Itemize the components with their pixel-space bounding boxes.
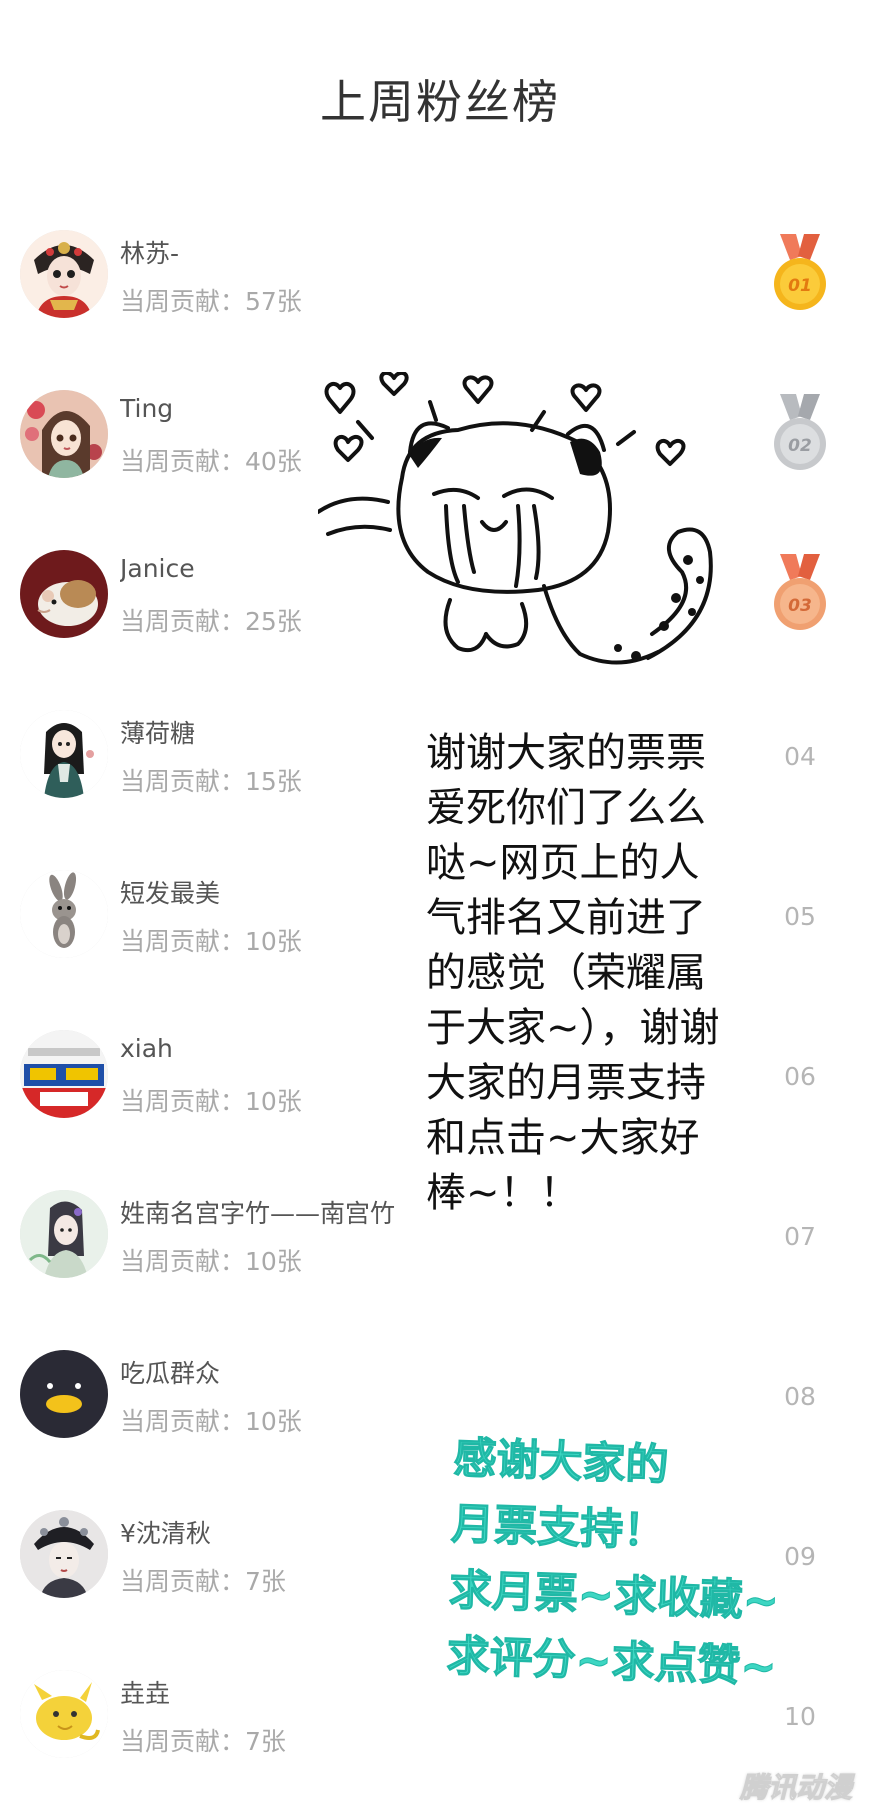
avatar-penguin-image bbox=[20, 1350, 108, 1438]
page-title: 上周粉丝榜 bbox=[320, 75, 560, 129]
avatar-ink-portrait-image bbox=[20, 1190, 108, 1278]
fan-name: 短发最美 bbox=[120, 879, 221, 908]
watermark-logo: 腾讯动漫 bbox=[739, 1771, 852, 1805]
fan-contribution: 当周贡献：57张 bbox=[120, 287, 302, 316]
avatar-hamster-image bbox=[20, 550, 108, 638]
avatar[interactable] bbox=[20, 1670, 108, 1758]
rank-number: 06 bbox=[784, 1062, 816, 1091]
promo-text: 感谢大家的 月票支持！ 求月票~求收藏~ 求评分~求点赞~ bbox=[445, 1425, 835, 1702]
rank-number: 08 bbox=[784, 1382, 816, 1411]
fan-name: 吃瓜群众 bbox=[120, 1359, 221, 1388]
fan-name: 垚垚 bbox=[120, 1679, 171, 1708]
promo-line: 求评分~求点赞~ bbox=[445, 1631, 778, 1693]
medal-rank-text: 03 bbox=[788, 596, 812, 616]
avatar[interactable] bbox=[20, 710, 108, 798]
fan-name: 姓南名宫字竹——南宫竹 bbox=[120, 1199, 396, 1228]
fan-contribution: 当周贡献：40张 bbox=[120, 447, 302, 476]
avatar[interactable] bbox=[20, 1030, 108, 1118]
avatar[interactable] bbox=[20, 230, 108, 318]
avatar-headdress-image bbox=[20, 1510, 108, 1598]
avatar-anime-girl-image bbox=[20, 390, 108, 478]
rank-number: 10 bbox=[784, 1702, 816, 1731]
avatar[interactable] bbox=[20, 1190, 108, 1278]
fan-name: Ting bbox=[120, 394, 174, 423]
fan-contribution: 当周贡献：25张 bbox=[120, 607, 302, 636]
rank-number: 04 bbox=[784, 742, 816, 771]
fan-contribution: 当周贡献：10张 bbox=[120, 1087, 302, 1116]
fan-contribution: 当周贡献：7张 bbox=[120, 1567, 286, 1596]
fan-contribution: 当周贡献：10张 bbox=[120, 927, 302, 956]
bronze-medal-icon: 03 bbox=[774, 554, 826, 630]
avatar-banner-image bbox=[20, 1030, 108, 1118]
fan-name: xiah bbox=[120, 1034, 173, 1063]
fan-name: 林苏- bbox=[120, 239, 180, 268]
medal-rank-text: 02 bbox=[788, 436, 812, 456]
avatar[interactable] bbox=[20, 870, 108, 958]
fan-contribution: 当周贡献：7张 bbox=[120, 1727, 286, 1756]
fan-name: Janice bbox=[120, 554, 195, 583]
thank-you-message: 谢谢大家的票票爱死你们了么么哒~网页上的人气排名又前进了的感觉（荣耀属于大家~）… bbox=[426, 726, 726, 1221]
crying-cat-doodle-icon bbox=[318, 372, 713, 665]
avatar[interactable] bbox=[20, 550, 108, 638]
medal-rank-text: 01 bbox=[788, 276, 812, 296]
avatar-rabbit-image bbox=[20, 870, 108, 958]
avatar-bride-image bbox=[20, 230, 108, 318]
avatar-ancient-girl-image bbox=[20, 710, 108, 798]
avatar[interactable] bbox=[20, 1510, 108, 1598]
list-item[interactable]: 林苏- 当周贡献：57张 01 bbox=[0, 190, 880, 350]
rank-number: 07 bbox=[784, 1222, 816, 1251]
fan-contribution: 当周贡献：10张 bbox=[120, 1407, 302, 1436]
fan-name: ¥沈清秋 bbox=[120, 1519, 211, 1548]
fan-name: 薄荷糖 bbox=[120, 719, 196, 748]
silver-medal-icon: 02 bbox=[774, 394, 826, 470]
rank-number: 05 bbox=[784, 902, 816, 931]
avatar-yellow-creature-image bbox=[20, 1670, 108, 1758]
avatar[interactable] bbox=[20, 1350, 108, 1438]
gold-medal-icon: 01 bbox=[774, 234, 826, 310]
fan-contribution: 当周贡献：10张 bbox=[120, 1247, 302, 1276]
avatar[interactable] bbox=[20, 390, 108, 478]
fan-contribution: 当周贡献：15张 bbox=[120, 767, 302, 796]
